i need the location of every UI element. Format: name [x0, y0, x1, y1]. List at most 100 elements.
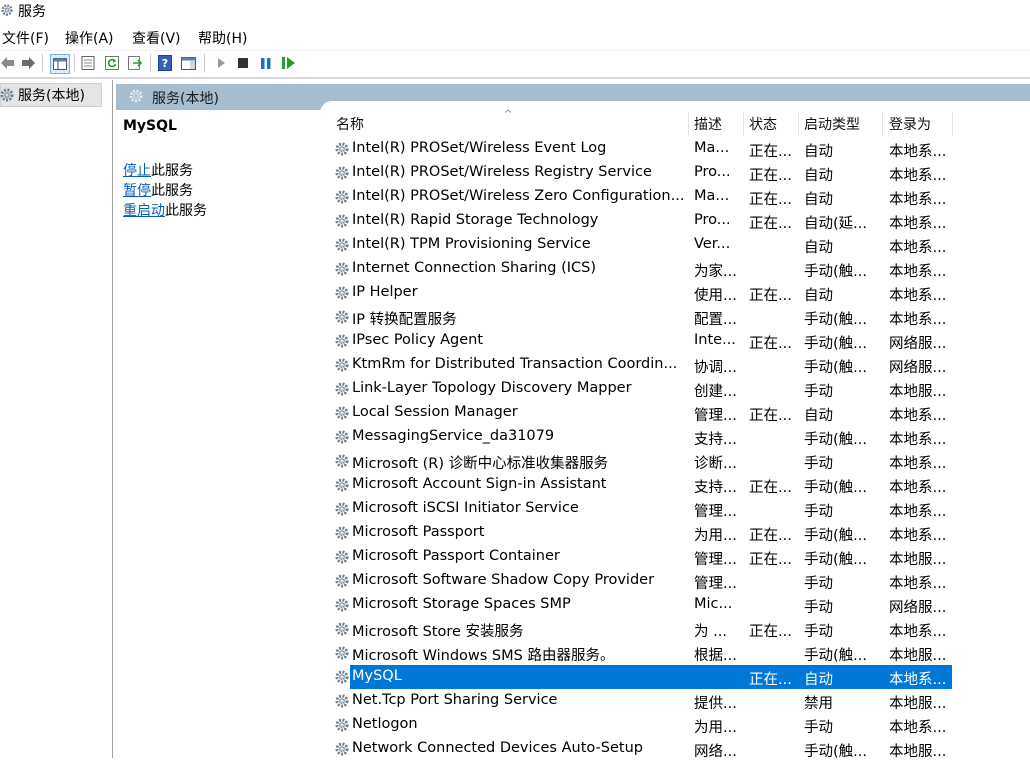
- column-divider[interactable]: [798, 112, 799, 136]
- action-pause: 暂停此服务: [123, 180, 193, 200]
- menu-file[interactable]: 文件(F): [2, 28, 49, 48]
- restart-service-icon[interactable]: [281, 55, 297, 71]
- table-row[interactable]: Microsoft Windows SMS 路由器服务。 根据... 手动(触...…: [332, 641, 952, 665]
- table-row[interactable]: Intel(R) Rapid Storage Technology Pro... 正…: [332, 209, 952, 233]
- service-status: 正在...: [749, 336, 792, 352]
- table-row[interactable]: Internet Connection Sharing (ICS) 为家... 手动…: [332, 257, 952, 281]
- service-description: Mic...: [694, 596, 733, 612]
- console-tree: 服务(本地): [0, 80, 113, 758]
- service-name: IP Helper: [352, 284, 418, 300]
- menu-view[interactable]: 查看(V): [132, 28, 181, 48]
- table-row[interactable]: Microsoft (R) 诊断中心标准收集器服务 诊断... 手动 本地系...: [332, 449, 952, 473]
- column-header-status[interactable]: 状态: [749, 114, 777, 136]
- service-status: 正在...: [749, 144, 792, 160]
- table-row[interactable]: Net.Tcp Port Sharing Service 提供... 禁用 本地服..…: [332, 689, 952, 713]
- action-restart: 重启动此服务: [123, 200, 207, 220]
- service-startup-type: 手动: [804, 504, 833, 520]
- back-arrow-icon[interactable]: [0, 55, 16, 71]
- column-header-name[interactable]: 名称: [336, 114, 364, 136]
- service-log-on-as: 本地系...: [889, 480, 947, 496]
- help-icon[interactable]: ?: [157, 55, 173, 71]
- console-tree-icon[interactable]: [50, 54, 70, 74]
- service-gear-icon: [335, 526, 349, 540]
- table-row[interactable]: Microsoft Storage Spaces SMP Mic... 手动 网络服.…: [332, 593, 952, 617]
- table-row[interactable]: Intel(R) TPM Provisioning Service Ver... 自…: [332, 233, 952, 257]
- service-description: 创建...: [694, 384, 737, 400]
- service-name: Local Session Manager: [352, 404, 518, 420]
- pause-service-icon[interactable]: [258, 55, 274, 71]
- table-row[interactable]: IP 转换配置服务 配置... 手动(触... 本地系...: [332, 305, 952, 329]
- table-row[interactable]: Microsoft Software Shadow Copy Provider 管…: [332, 569, 952, 593]
- service-gear-icon: [335, 670, 349, 684]
- service-gear-icon: [335, 430, 349, 444]
- window-title: 服务: [18, 4, 46, 20]
- column-header-description[interactable]: 描述: [694, 114, 722, 136]
- service-gear-icon: [335, 382, 349, 396]
- export-list-icon[interactable]: [127, 55, 143, 71]
- column-header-log-on-as[interactable]: 登录为: [889, 114, 931, 136]
- service-description: 提供...: [694, 696, 737, 712]
- services-gear-icon: [0, 88, 14, 102]
- service-name: Microsoft Storage Spaces SMP: [352, 596, 571, 612]
- stop-service-link[interactable]: 停止: [123, 163, 151, 179]
- service-status: 正在...: [749, 192, 792, 208]
- service-gear-icon: [335, 262, 349, 276]
- show-hide-action-pane-icon[interactable]: [180, 55, 196, 71]
- service-startup-type: 手动(触...: [804, 312, 867, 328]
- refresh-icon[interactable]: [104, 55, 120, 71]
- service-gear-icon: [335, 214, 349, 228]
- service-description: 协调...: [694, 360, 737, 376]
- column-divider[interactable]: [743, 112, 744, 136]
- service-startup-type: 手动(触...: [804, 336, 867, 352]
- column-divider[interactable]: [882, 112, 883, 136]
- table-row[interactable]: Microsoft Passport 为用... 正在... 手动(触... 本地系..…: [332, 521, 952, 545]
- start-service-icon[interactable]: [213, 55, 229, 71]
- service-log-on-as: 本地系...: [889, 168, 947, 184]
- service-description: 为用...: [694, 528, 737, 544]
- service-startup-type: 自动: [804, 288, 833, 304]
- service-status: 正在...: [749, 672, 792, 688]
- toolbar-separator: [204, 54, 205, 72]
- table-row[interactable]: Intel(R) PROSet/Wireless Event Log Ma... 正…: [332, 137, 952, 161]
- table-row[interactable]: Local Session Manager 管理... 正在... 自动 本地系...: [332, 401, 952, 425]
- service-gear-icon: [335, 454, 349, 468]
- tree-item-services-local[interactable]: 服务(本地): [0, 83, 102, 107]
- menu-help[interactable]: 帮助(H): [198, 28, 247, 48]
- service-gear-icon: [335, 502, 349, 516]
- service-startup-type: 手动: [804, 384, 833, 400]
- table-row[interactable]: Link-Layer Topology Discovery Mapper 创建..…: [332, 377, 952, 401]
- forward-arrow-icon[interactable]: [20, 55, 36, 71]
- table-row[interactable]: IPsec Policy Agent Inte... 正在... 手动(触... 网络服…: [332, 329, 952, 353]
- menu-action[interactable]: 操作(A): [65, 28, 114, 48]
- service-description: 为家...: [694, 264, 737, 280]
- column-divider[interactable]: [688, 112, 689, 136]
- table-row[interactable]: Microsoft Passport Container 管理... 正在... 手动…: [332, 545, 952, 569]
- pause-service-link[interactable]: 暂停: [123, 183, 151, 199]
- table-row[interactable]: Intel(R) PROSet/Wireless Registry Servic…: [332, 161, 952, 185]
- table-row[interactable]: Netlogon 为用... 手动 本地系...: [332, 713, 952, 737]
- list-tab-edge: [320, 101, 1030, 113]
- toolbar-separator: [74, 54, 75, 72]
- restart-service-link[interactable]: 重启动: [123, 203, 165, 219]
- service-name: MySQL: [352, 668, 402, 684]
- table-row[interactable]: Microsoft Store 安装服务 为 ... 正在... 手动 本地系...: [332, 617, 952, 641]
- table-row[interactable]: KtmRm for Distributed Transaction Coordi…: [332, 353, 952, 377]
- table-row[interactable]: Microsoft iSCSI Initiator Service 管理... 手动…: [332, 497, 952, 521]
- service-name: Intel(R) Rapid Storage Technology: [352, 212, 599, 228]
- table-row[interactable]: Network Connected Devices Auto-Setup 网络..…: [332, 737, 952, 761]
- table-row[interactable]: MessagingService_da31079 支持... 手动(触... 本地系.…: [332, 425, 952, 449]
- service-description: 管理...: [694, 504, 737, 520]
- service-name: MessagingService_da31079: [352, 428, 555, 444]
- service-description: Pro...: [694, 164, 731, 180]
- column-header-startup-type[interactable]: 启动类型: [804, 114, 860, 136]
- table-row[interactable]: IP Helper 使用... 正在... 自动 本地系...: [332, 281, 952, 305]
- column-divider[interactable]: [952, 112, 953, 136]
- properties-icon[interactable]: [80, 55, 96, 71]
- service-log-on-as: 本地系...: [889, 264, 947, 280]
- service-status: 正在...: [749, 216, 792, 232]
- table-row[interactable]: Intel(R) PROSet/Wireless Zero Configurat…: [332, 185, 952, 209]
- stop-service-icon[interactable]: [235, 55, 251, 71]
- service-log-on-as: 本地服...: [889, 648, 947, 664]
- table-row-selected[interactable]: MySQL 正在... 自动 本地系...: [332, 665, 952, 689]
- table-row[interactable]: Microsoft Account Sign-in Assistant 支持...…: [332, 473, 952, 497]
